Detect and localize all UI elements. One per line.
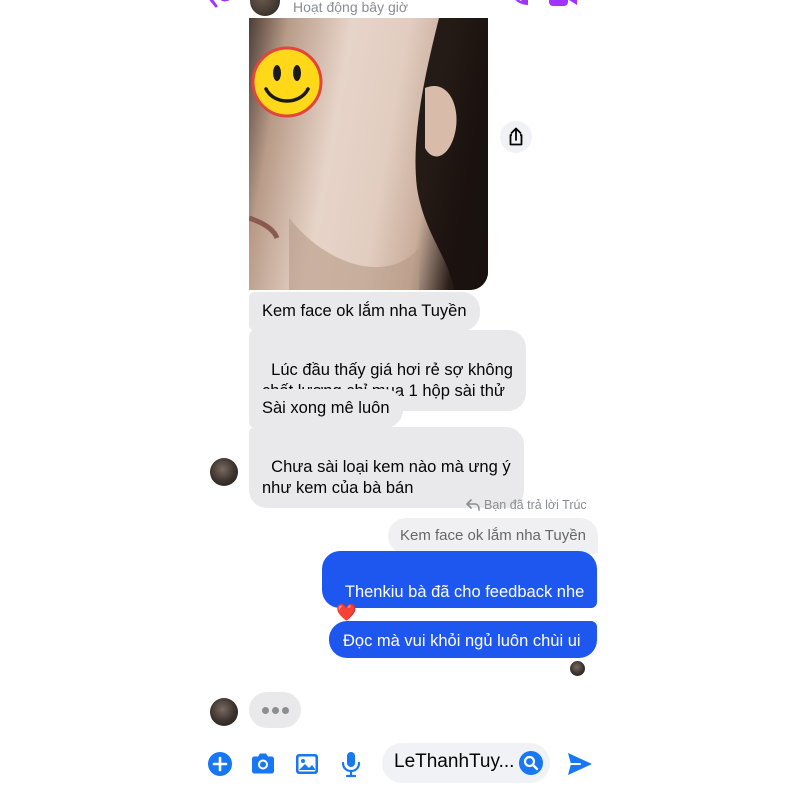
outgoing-message[interactable]: Đọc mà vui khỏi ngủ luôn chùi ui	[329, 621, 597, 658]
active-status: Hoạt động bây giờ	[293, 0, 409, 15]
plus-icon[interactable]	[206, 750, 234, 778]
sender-avatar[interactable]	[210, 458, 238, 486]
send-icon[interactable]	[566, 750, 594, 778]
microphone-icon[interactable]	[337, 750, 365, 778]
contact-avatar[interactable]	[250, 0, 280, 16]
message-text: Đọc mà vui khỏi ngủ luôn chùi ui	[343, 632, 581, 650]
message-text: Chưa sài loại kem nào mà ưng ý như kem c…	[262, 458, 511, 497]
typing-dot	[262, 707, 269, 714]
search-button[interactable]	[519, 751, 543, 775]
incoming-message[interactable]: Kem face ok lắm nha Tuyền	[249, 292, 480, 331]
quoted-text: Kem face ok lắm nha Tuyền	[400, 527, 586, 544]
camera-icon[interactable]	[249, 750, 277, 778]
incoming-message[interactable]: Sài xong mê luôn	[249, 389, 403, 428]
typing-dot	[282, 707, 289, 714]
typing-avatar[interactable]	[210, 698, 238, 726]
typing-dot	[272, 707, 279, 714]
smiley-sticker-icon	[251, 46, 323, 118]
seen-receipt-avatar	[570, 661, 585, 676]
message-text: Sài xong mê luôn	[262, 399, 390, 417]
share-icon	[509, 127, 523, 146]
share-button[interactable]	[500, 121, 532, 153]
reply-label: Bạn đã trả lời Trúc	[484, 498, 587, 512]
reply-context: Bạn đã trả lời Trúc	[466, 498, 587, 512]
phone-call-icon[interactable]	[508, 0, 530, 8]
outgoing-message[interactable]: Thenkiu bà đã cho feedback nhe ❤️	[322, 551, 597, 622]
search-input-value: LeThanhTuy...	[394, 751, 515, 772]
message-text: Kem face ok lắm nha Tuyền	[262, 302, 467, 320]
shared-photo[interactable]	[249, 18, 488, 290]
incoming-message[interactable]: Chưa sài loại kem nào mà ưng ý như kem c…	[249, 427, 524, 508]
typing-indicator	[249, 692, 301, 728]
message-text: Thenkiu bà đã cho feedback nhe ❤️	[336, 583, 585, 622]
search-icon	[523, 755, 539, 771]
back-icon[interactable]	[206, 0, 232, 8]
reply-arrow-icon	[466, 499, 480, 511]
video-call-icon[interactable]	[548, 0, 578, 8]
quoted-message[interactable]: Kem face ok lắm nha Tuyền	[388, 518, 598, 554]
image-icon[interactable]	[293, 750, 321, 778]
